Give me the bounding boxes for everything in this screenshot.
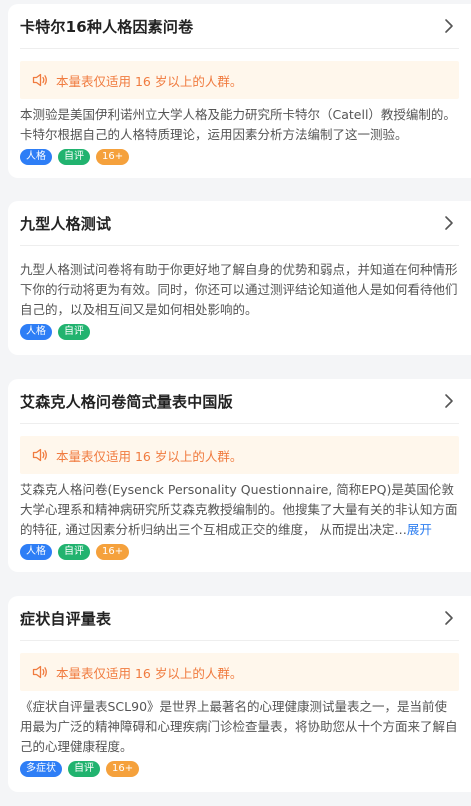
tag-personality: 人格 [20,544,52,560]
chevron-right-icon[interactable] [443,18,455,34]
card-header[interactable]: 症状自评量表 [20,596,459,641]
tag-self-assessment: 自评 [58,149,90,165]
notice-text: 本量表仅适用 16 岁以上的人群。 [56,665,243,681]
tag-age-16-plus: 16+ [96,149,130,165]
expand-link[interactable]: 展开 [407,522,432,537]
card-title: 卡特尔16种人格因素问卷 [20,17,194,36]
card-title: 九型人格测试 [20,214,112,233]
tag-self-assessment: 自评 [58,544,90,560]
card-description: 本测验是美国伊利诺州立大学人格及能力研究所卡特尔（Catell）教授编制的。卡特… [20,107,456,142]
card-title: 症状自评量表 [20,609,112,628]
scale-card-scl90[interactable]: 症状自评量表 本量表仅适用 16 岁以上的人群。 《症状自评量表SCL90》是世… [8,596,471,792]
tag-multi-symptom: 多症状 [20,761,62,777]
card-header[interactable]: 卡特尔16种人格因素问卷 [20,4,459,49]
tag-self-assessment: 自评 [58,324,90,340]
age-notice: 本量表仅适用 16 岁以上的人群。 [20,653,459,691]
tag-list: 人格 自评 16+ [20,149,459,165]
scale-card-enneagram[interactable]: 九型人格测试 九型人格测试问卷将有助于你更好地了解自身的优势和弱点，并知道在何种… [8,201,471,355]
notice-text: 本量表仅适用 16 岁以上的人群。 [56,448,243,464]
speaker-icon [32,73,47,87]
chevron-right-icon[interactable] [443,215,455,231]
card-title: 艾森克人格问卷简式量表中国版 [20,392,233,411]
speaker-icon [32,665,47,679]
tag-self-assessment: 自评 [68,761,100,777]
tag-age-16-plus: 16+ [96,544,130,560]
notice-text: 本量表仅适用 16 岁以上的人群。 [56,73,243,89]
card-header[interactable]: 艾森克人格问卷简式量表中国版 [20,379,459,424]
tag-personality: 人格 [20,324,52,340]
description-text: 艾森克人格问卷(Eysenck Personality Questionnair… [20,482,458,537]
tag-list: 人格 自评 16+ [20,544,459,560]
card-description: 《症状自评量表SCL90》是世界上最著名的心理健康测试量表之一，是当前使用最为广… [20,699,458,754]
tag-list: 多症状 自评 16+ [20,761,459,777]
card-header[interactable]: 九型人格测试 [20,201,459,246]
speaker-icon [32,448,47,462]
scale-card-cattell[interactable]: 卡特尔16种人格因素问卷 本量表仅适用 16 岁以上的人群。 本测验是美国伊利诺… [8,4,471,178]
scale-card-epq[interactable]: 艾森克人格问卷简式量表中国版 本量表仅适用 16 岁以上的人群。 艾森克人格问卷… [8,379,471,572]
card-description: 艾森克人格问卷(Eysenck Personality Questionnair… [20,480,459,540]
tag-list: 人格 自评 [20,324,459,340]
age-notice: 本量表仅适用 16 岁以上的人群。 [20,61,459,99]
age-notice: 本量表仅适用 16 岁以上的人群。 [20,436,459,474]
chevron-right-icon[interactable] [443,393,455,409]
tag-personality: 人格 [20,149,52,165]
card-description: 九型人格测试问卷将有助于你更好地了解自身的优势和弱点，并知道在何种情形下你的行动… [20,262,458,317]
tag-age-16-plus: 16+ [106,761,140,777]
chevron-right-icon[interactable] [443,610,455,626]
